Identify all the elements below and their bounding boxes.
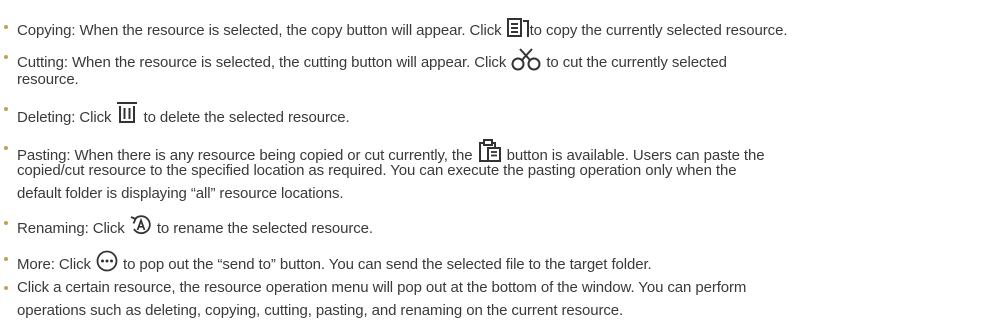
bullet	[4, 286, 8, 290]
more-icon	[96, 250, 118, 272]
bullet	[4, 25, 8, 29]
pasting-line-3: default folder is displaying “all” resou…	[17, 185, 344, 203]
cutting-text-cont: resource.	[17, 71, 79, 88]
bullet	[4, 107, 8, 111]
renaming-line: Renaming: Click to rename the selected r…	[17, 214, 373, 238]
document-body: Copying: When the resource is selected, …	[0, 0, 981, 329]
bullet	[4, 55, 8, 59]
renaming-text-end: to rename the selected resource.	[152, 220, 373, 237]
menu-line-2: operations such as deleting, copying, cu…	[17, 302, 623, 320]
copy-icon	[506, 18, 529, 38]
trash-icon	[116, 100, 138, 124]
renaming-text-start: Renaming: Click	[17, 220, 129, 237]
cutting-line-2: resource.	[17, 71, 79, 89]
copying-text-start: Copying: When the resource is selected, …	[17, 22, 506, 39]
rename-icon	[130, 214, 152, 236]
pasting-text-cont-2: default folder is displaying “all” resou…	[17, 185, 344, 202]
cutting-line-1: Cutting: When the resource is selected, …	[17, 48, 727, 72]
scissors-icon	[511, 48, 541, 72]
pasting-line-2: copied/cut resource to the specified loc…	[17, 162, 737, 180]
deleting-text-start: Deleting: Click	[17, 109, 116, 126]
paste-icon	[478, 139, 502, 163]
more-line: More: Click to pop out the “send to” but…	[17, 250, 652, 274]
copying-text-end: to copy the currently selected resource.	[529, 22, 788, 39]
pasting-text-cont-1: copied/cut resource to the specified loc…	[17, 162, 737, 179]
cutting-text-start: Cutting: When the resource is selected, …	[17, 54, 511, 71]
more-text-end: to pop out the “send to” button. You can…	[118, 256, 652, 273]
deleting-line: Deleting: Click to delete the selected r…	[17, 100, 350, 127]
menu-text-2: operations such as deleting, copying, cu…	[17, 302, 624, 319]
menu-text-1: Click a certain resource, the resource o…	[17, 279, 747, 296]
cutting-text-end: to cut the currently selected	[542, 54, 727, 71]
deleting-text-end: to delete the selected resource.	[139, 109, 350, 126]
copying-line: Copying: When the resource is selected, …	[17, 18, 788, 40]
menu-line-1: Click a certain resource, the resource o…	[17, 279, 746, 297]
bullet	[4, 146, 8, 150]
bullet	[4, 257, 8, 261]
more-text-start: More: Click	[17, 256, 95, 273]
bullet	[4, 221, 8, 225]
